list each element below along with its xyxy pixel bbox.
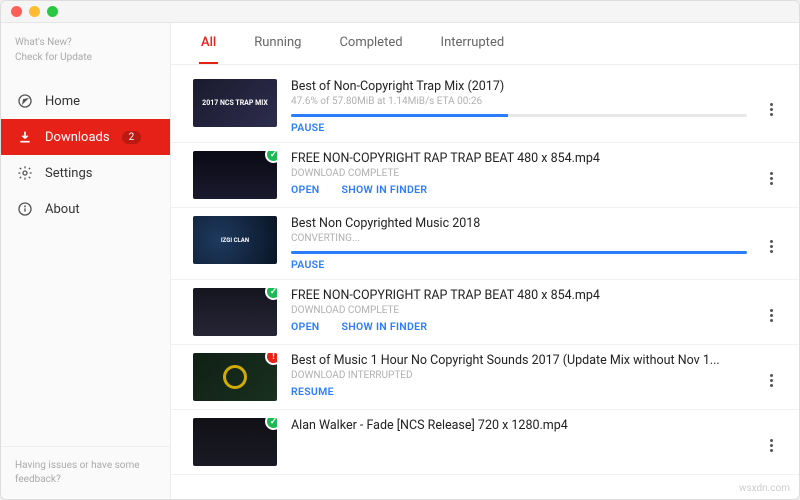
- sidebar-item-label: Downloads: [45, 130, 110, 145]
- more-menu-button[interactable]: [761, 288, 781, 336]
- thumbnail[interactable]: [193, 288, 277, 336]
- download-subtext: DOWNLOAD COMPLETE: [291, 305, 747, 316]
- sidebar-nav: Home Downloads 2 Settings: [1, 83, 170, 227]
- resume-button[interactable]: RESUME: [291, 385, 334, 398]
- gear-icon: [17, 165, 33, 181]
- thumb-caption: IZGI CLAN: [193, 216, 277, 264]
- sidebar-item-label: About: [45, 202, 80, 217]
- downloads-badge: 2: [122, 131, 142, 144]
- download-title: Best Non Copyrighted Music 2018: [291, 216, 747, 231]
- download-meta: Alan Walker - Fade [NCS Release] 720 x 1…: [291, 418, 747, 466]
- download-title: Best of Non-Copyright Trap Mix (2017): [291, 79, 747, 94]
- info-icon: [17, 201, 33, 217]
- titlebar: [1, 1, 799, 23]
- tab-all[interactable]: All: [199, 23, 218, 64]
- thumbnail[interactable]: 2017 NCS TRAP MIX: [193, 79, 277, 127]
- sidebar-top-links: What's New? Check for Update: [1, 23, 170, 83]
- progress-bar: [291, 251, 747, 254]
- compass-icon: [17, 93, 33, 109]
- thumbnail[interactable]: [193, 353, 277, 401]
- download-item: FREE NON-COPYRIGHT RAP TRAP BEAT 480 x 8…: [171, 143, 799, 208]
- sidebar-feedback[interactable]: Having issues or have some feedback?: [1, 446, 170, 499]
- more-menu-button[interactable]: [761, 79, 781, 134]
- app-window: What's New? Check for Update Home Downlo…: [0, 0, 800, 500]
- progress-bar: [291, 114, 747, 117]
- download-subtext: 47.6% of 57.80MiB at 1.14MiB/s ETA 00:26: [291, 96, 747, 107]
- sidebar: What's New? Check for Update Home Downlo…: [1, 23, 171, 499]
- thumb-caption: 2017 NCS TRAP MIX: [193, 79, 277, 127]
- more-menu-button[interactable]: [761, 151, 781, 199]
- tab-running[interactable]: Running: [252, 23, 303, 64]
- download-icon: [17, 129, 33, 145]
- tab-interrupted[interactable]: Interrupted: [439, 23, 507, 64]
- window-minimize-button[interactable]: [29, 6, 40, 17]
- download-meta: FREE NON-COPYRIGHT RAP TRAP BEAT 480 x 8…: [291, 288, 747, 336]
- download-subtext: DOWNLOAD COMPLETE: [291, 168, 747, 179]
- download-item: Alan Walker - Fade [NCS Release] 720 x 1…: [171, 410, 799, 475]
- progress-fill: [291, 114, 508, 117]
- show-in-finder-button[interactable]: SHOW IN FINDER: [342, 183, 428, 196]
- window-maximize-button[interactable]: [47, 6, 58, 17]
- whats-new-link[interactable]: What's New?: [15, 35, 156, 50]
- filter-tabs: All Running Completed Interrupted: [171, 23, 799, 65]
- download-meta: Best of Music 1 Hour No Copyright Sounds…: [291, 353, 747, 401]
- download-meta: FREE NON-COPYRIGHT RAP TRAP BEAT 480 x 8…: [291, 151, 747, 199]
- downloads-list: 2017 NCS TRAP MIX Best of Non-Copyright …: [171, 65, 799, 499]
- thumbnail[interactable]: [193, 418, 277, 466]
- tab-completed[interactable]: Completed: [337, 23, 404, 64]
- sidebar-item-settings[interactable]: Settings: [1, 155, 170, 191]
- open-button[interactable]: OPEN: [291, 320, 320, 333]
- download-title: FREE NON-COPYRIGHT RAP TRAP BEAT 480 x 8…: [291, 151, 747, 166]
- download-subtext: DOWNLOAD INTERRUPTED: [291, 370, 747, 381]
- sidebar-item-home[interactable]: Home: [1, 83, 170, 119]
- main-panel: All Running Completed Interrupted 2017 N…: [171, 23, 799, 499]
- download-title: FREE NON-COPYRIGHT RAP TRAP BEAT 480 x 8…: [291, 288, 747, 303]
- open-button[interactable]: OPEN: [291, 183, 320, 196]
- sidebar-item-label: Settings: [45, 166, 92, 181]
- window-close-button[interactable]: [11, 6, 22, 17]
- pause-button[interactable]: PAUSE: [291, 258, 325, 271]
- watermark: wsxdn.com: [739, 483, 790, 494]
- sidebar-item-label: Home: [45, 94, 80, 109]
- sidebar-item-about[interactable]: About: [1, 191, 170, 227]
- thumbnail[interactable]: IZGI CLAN: [193, 216, 277, 264]
- progress-fill: [291, 251, 747, 254]
- app-body: What's New? Check for Update Home Downlo…: [1, 23, 799, 499]
- download-meta: Best of Non-Copyright Trap Mix (2017) 47…: [291, 79, 747, 134]
- more-menu-button[interactable]: [761, 216, 781, 271]
- download-item: IZGI CLAN Best Non Copyrighted Music 201…: [171, 208, 799, 280]
- more-menu-button[interactable]: [761, 353, 781, 401]
- download-item: 2017 NCS TRAP MIX Best of Non-Copyright …: [171, 71, 799, 143]
- download-subtext: CONVERTING...: [291, 233, 747, 244]
- more-menu-button[interactable]: [761, 418, 781, 466]
- download-meta: Best Non Copyrighted Music 2018 CONVERTI…: [291, 216, 747, 271]
- sidebar-item-downloads[interactable]: Downloads 2: [1, 119, 170, 155]
- check-update-link[interactable]: Check for Update: [15, 50, 156, 65]
- pause-button[interactable]: PAUSE: [291, 121, 325, 134]
- download-title: Alan Walker - Fade [NCS Release] 720 x 1…: [291, 418, 747, 433]
- download-item: Best of Music 1 Hour No Copyright Sounds…: [171, 345, 799, 410]
- thumbnail[interactable]: [193, 151, 277, 199]
- download-title: Best of Music 1 Hour No Copyright Sounds…: [291, 353, 747, 368]
- download-item: FREE NON-COPYRIGHT RAP TRAP BEAT 480 x 8…: [171, 280, 799, 345]
- show-in-finder-button[interactable]: SHOW IN FINDER: [342, 320, 428, 333]
